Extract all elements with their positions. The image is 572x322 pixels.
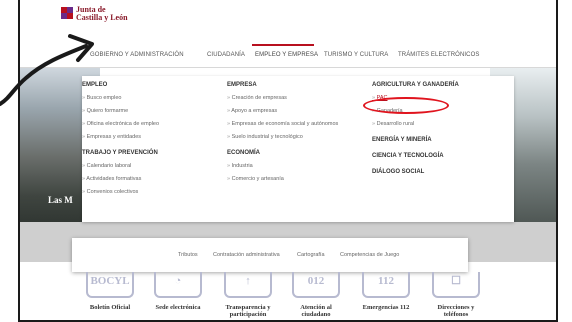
tool-link[interactable]: Cartografía [297,252,325,258]
tile-atencion[interactable]: 012 Atención al ciudadano [286,272,346,320]
annotation-arrow-icon [0,34,94,106]
menu-link[interactable]: Creación de empresas [227,95,338,101]
arrow-up-icon: ↑ [224,272,272,298]
tool-link[interactable]: Tributos [178,252,198,258]
tool-link[interactable]: Competencias de Juego [340,252,399,258]
menu-link[interactable]: Industria [227,163,338,169]
menu-link[interactable]: Oficina electrónica de empleo [82,121,159,127]
menu-link[interactable]: Calendario laboral [82,163,159,169]
mega-menu: EMPLEO Busco empleo Quiero formarme Ofic… [82,76,514,222]
menu-heading[interactable]: AGRICULTURA Y GANADERÍA [372,82,459,88]
menu-link[interactable]: Empresas y entidades [82,134,159,140]
tile-label: Atención al ciudadano [300,304,332,318]
tile-label: Transparencia y participación [225,304,271,318]
tile-emergencias[interactable]: 112 Emergencias 112 [356,272,416,320]
tile-transparencia[interactable]: ↑ Transparencia y participación [218,272,278,320]
menu-column-agricultura: AGRICULTURA Y GANADERÍA PAC Ganadería De… [372,82,459,175]
tile-direcciones[interactable]: ☐ Direcciones y teléfonos [426,272,486,320]
menu-heading[interactable]: DIÁLOGO SOCIAL [372,169,459,175]
menu-heading[interactable]: TRABAJO Y PREVENCIÓN [82,150,159,156]
tile-label: Boletín Oficial [89,304,131,311]
menu-link[interactable]: Actividades formativas [82,176,159,182]
menu-heading[interactable]: ENERGÍA Y MINERÍA [372,137,459,143]
pac-highlight-ellipse [363,97,449,114]
tools-strip: Tributos Contratación administrativa Car… [72,238,468,272]
tile-sede[interactable]: ◔ Sede electrónica [148,272,208,320]
012-icon: 012 [292,272,340,298]
menu-link[interactable]: Convenios colectivos [82,189,159,195]
tile-label: Direcciones y teléfonos [437,304,475,318]
tool-link[interactable]: Contratación administrativa [213,252,280,258]
tile-label: Emergencias 112 [362,304,410,311]
active-tab-indicator [252,44,314,46]
tile-label: Sede electrónica [155,304,201,311]
sede-icon: ◔ [154,272,202,298]
service-tiles: BOCYL Boletín Oficial ◔ Sede electrónica… [80,272,500,320]
nav-empleo-empresa[interactable]: EMPLEO Y EMPRESA [255,52,318,58]
menu-heading[interactable]: ECONOMÍA [227,150,338,156]
menu-link[interactable]: Suelo industrial y tecnológico [227,134,338,140]
menu-link[interactable]: Empresas de economía social y autónomos [227,121,339,127]
hero-caption: Las M [48,195,73,205]
tile-boletin[interactable]: BOCYL Boletín Oficial [80,272,140,320]
menu-link[interactable]: Apoyo a empresas [227,108,338,114]
bocyl-icon: BOCYL [86,272,134,298]
112-icon: 112 [362,272,410,298]
menu-link[interactable]: Comercio y artesanía [227,176,338,182]
nav-turismo-cultura[interactable]: TURISMO Y CULTURA [324,52,388,58]
menu-heading[interactable]: CIENCIA Y TECNOLOGÍA [372,153,459,159]
menu-column-empresa: EMPRESA Creación de empresas Apoyo a emp… [227,82,338,182]
menu-link[interactable]: Desarrollo rural [372,121,459,127]
contact-icon: ☐ [432,272,480,298]
nav-tramites[interactable]: TRÁMITES ELECTRÓNICOS [398,52,479,58]
nav-ciudadania[interactable]: CIUDADANÍA [207,52,245,58]
menu-heading[interactable]: EMPRESA [227,82,338,88]
